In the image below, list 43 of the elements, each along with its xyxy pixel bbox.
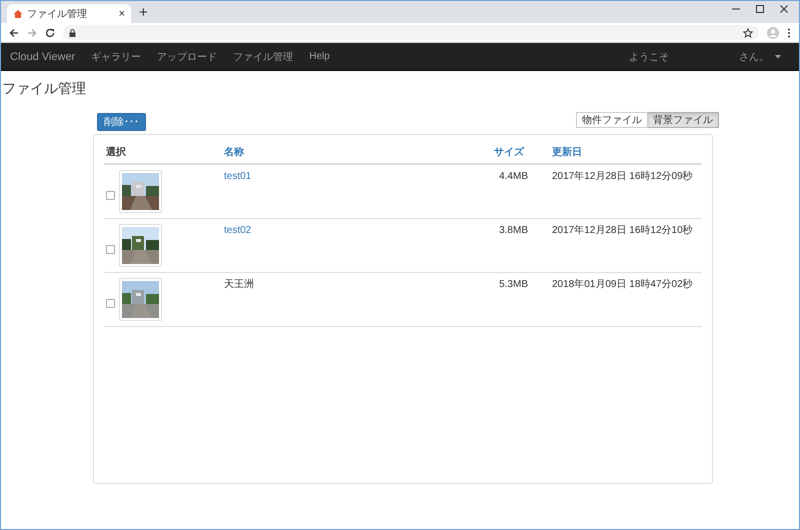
file-type-toggle[interactable]: 背景ファイル <box>648 112 719 128</box>
file-name[interactable]: test02 <box>224 219 492 272</box>
thumbnail-frame[interactable] <box>119 170 162 213</box>
checkbox[interactable] <box>106 299 115 308</box>
column-header[interactable]: サイズ <box>494 145 552 159</box>
file-size: 4.4MB <box>498 170 529 184</box>
new-tab-button[interactable]: + <box>139 4 148 22</box>
updated-date: 2018年01月09日 18時47分02秒 <box>552 278 694 292</box>
updated-date: 2017年12月28日 16時12分10秒 <box>552 224 694 238</box>
file-name: 天王洲 <box>224 278 255 292</box>
close-tab-button[interactable]: × <box>118 8 125 20</box>
file-name[interactable]: test01 <box>224 165 492 218</box>
brand-link[interactable]: Cloud Viewer <box>10 50 76 62</box>
back-arrow-icon[interactable] <box>9 28 19 38</box>
thumbnail-frame[interactable] <box>119 224 162 267</box>
browser-tab[interactable]: ファイル管理 × <box>7 4 131 23</box>
file-type-toggle[interactable]: 物件ファイル <box>576 112 648 128</box>
column-header[interactable]: 更新日 <box>552 145 702 159</box>
house-icon <box>13 8 23 18</box>
user-menu[interactable]: さん。 <box>739 50 781 64</box>
checkbox[interactable] <box>106 191 115 200</box>
nav-link[interactable]: Help <box>309 51 330 62</box>
checkbox[interactable] <box>106 245 115 254</box>
tab-title: ファイル管理 <box>27 8 88 20</box>
column-header[interactable]: 名称 <box>224 145 494 159</box>
page-title: ファイル管理 <box>2 80 87 98</box>
thumbnail-frame[interactable] <box>119 278 162 321</box>
file-size: 5.3MB <box>498 278 529 292</box>
updated-date: 2017年12月28日 16時12分09秒 <box>552 170 694 184</box>
column-header: 選択 <box>105 146 127 159</box>
more-menu-icon[interactable] <box>787 28 791 38</box>
nav-link[interactable]: ファイル管理 <box>233 50 294 64</box>
caret-icon <box>775 54 781 58</box>
file-size: 3.8MB <box>498 224 529 238</box>
close-icon[interactable] <box>779 4 789 14</box>
star-icon[interactable] <box>743 28 753 38</box>
nav-link[interactable]: ギャラリー <box>91 50 142 64</box>
delete-button[interactable]: 削除･･･ <box>97 113 146 131</box>
reload-icon[interactable] <box>45 28 55 38</box>
welcome-text: ようこそ <box>629 50 669 64</box>
lock-icon <box>69 28 76 36</box>
maximize-icon[interactable] <box>755 4 765 14</box>
nav-link[interactable]: アップロード <box>157 50 218 64</box>
